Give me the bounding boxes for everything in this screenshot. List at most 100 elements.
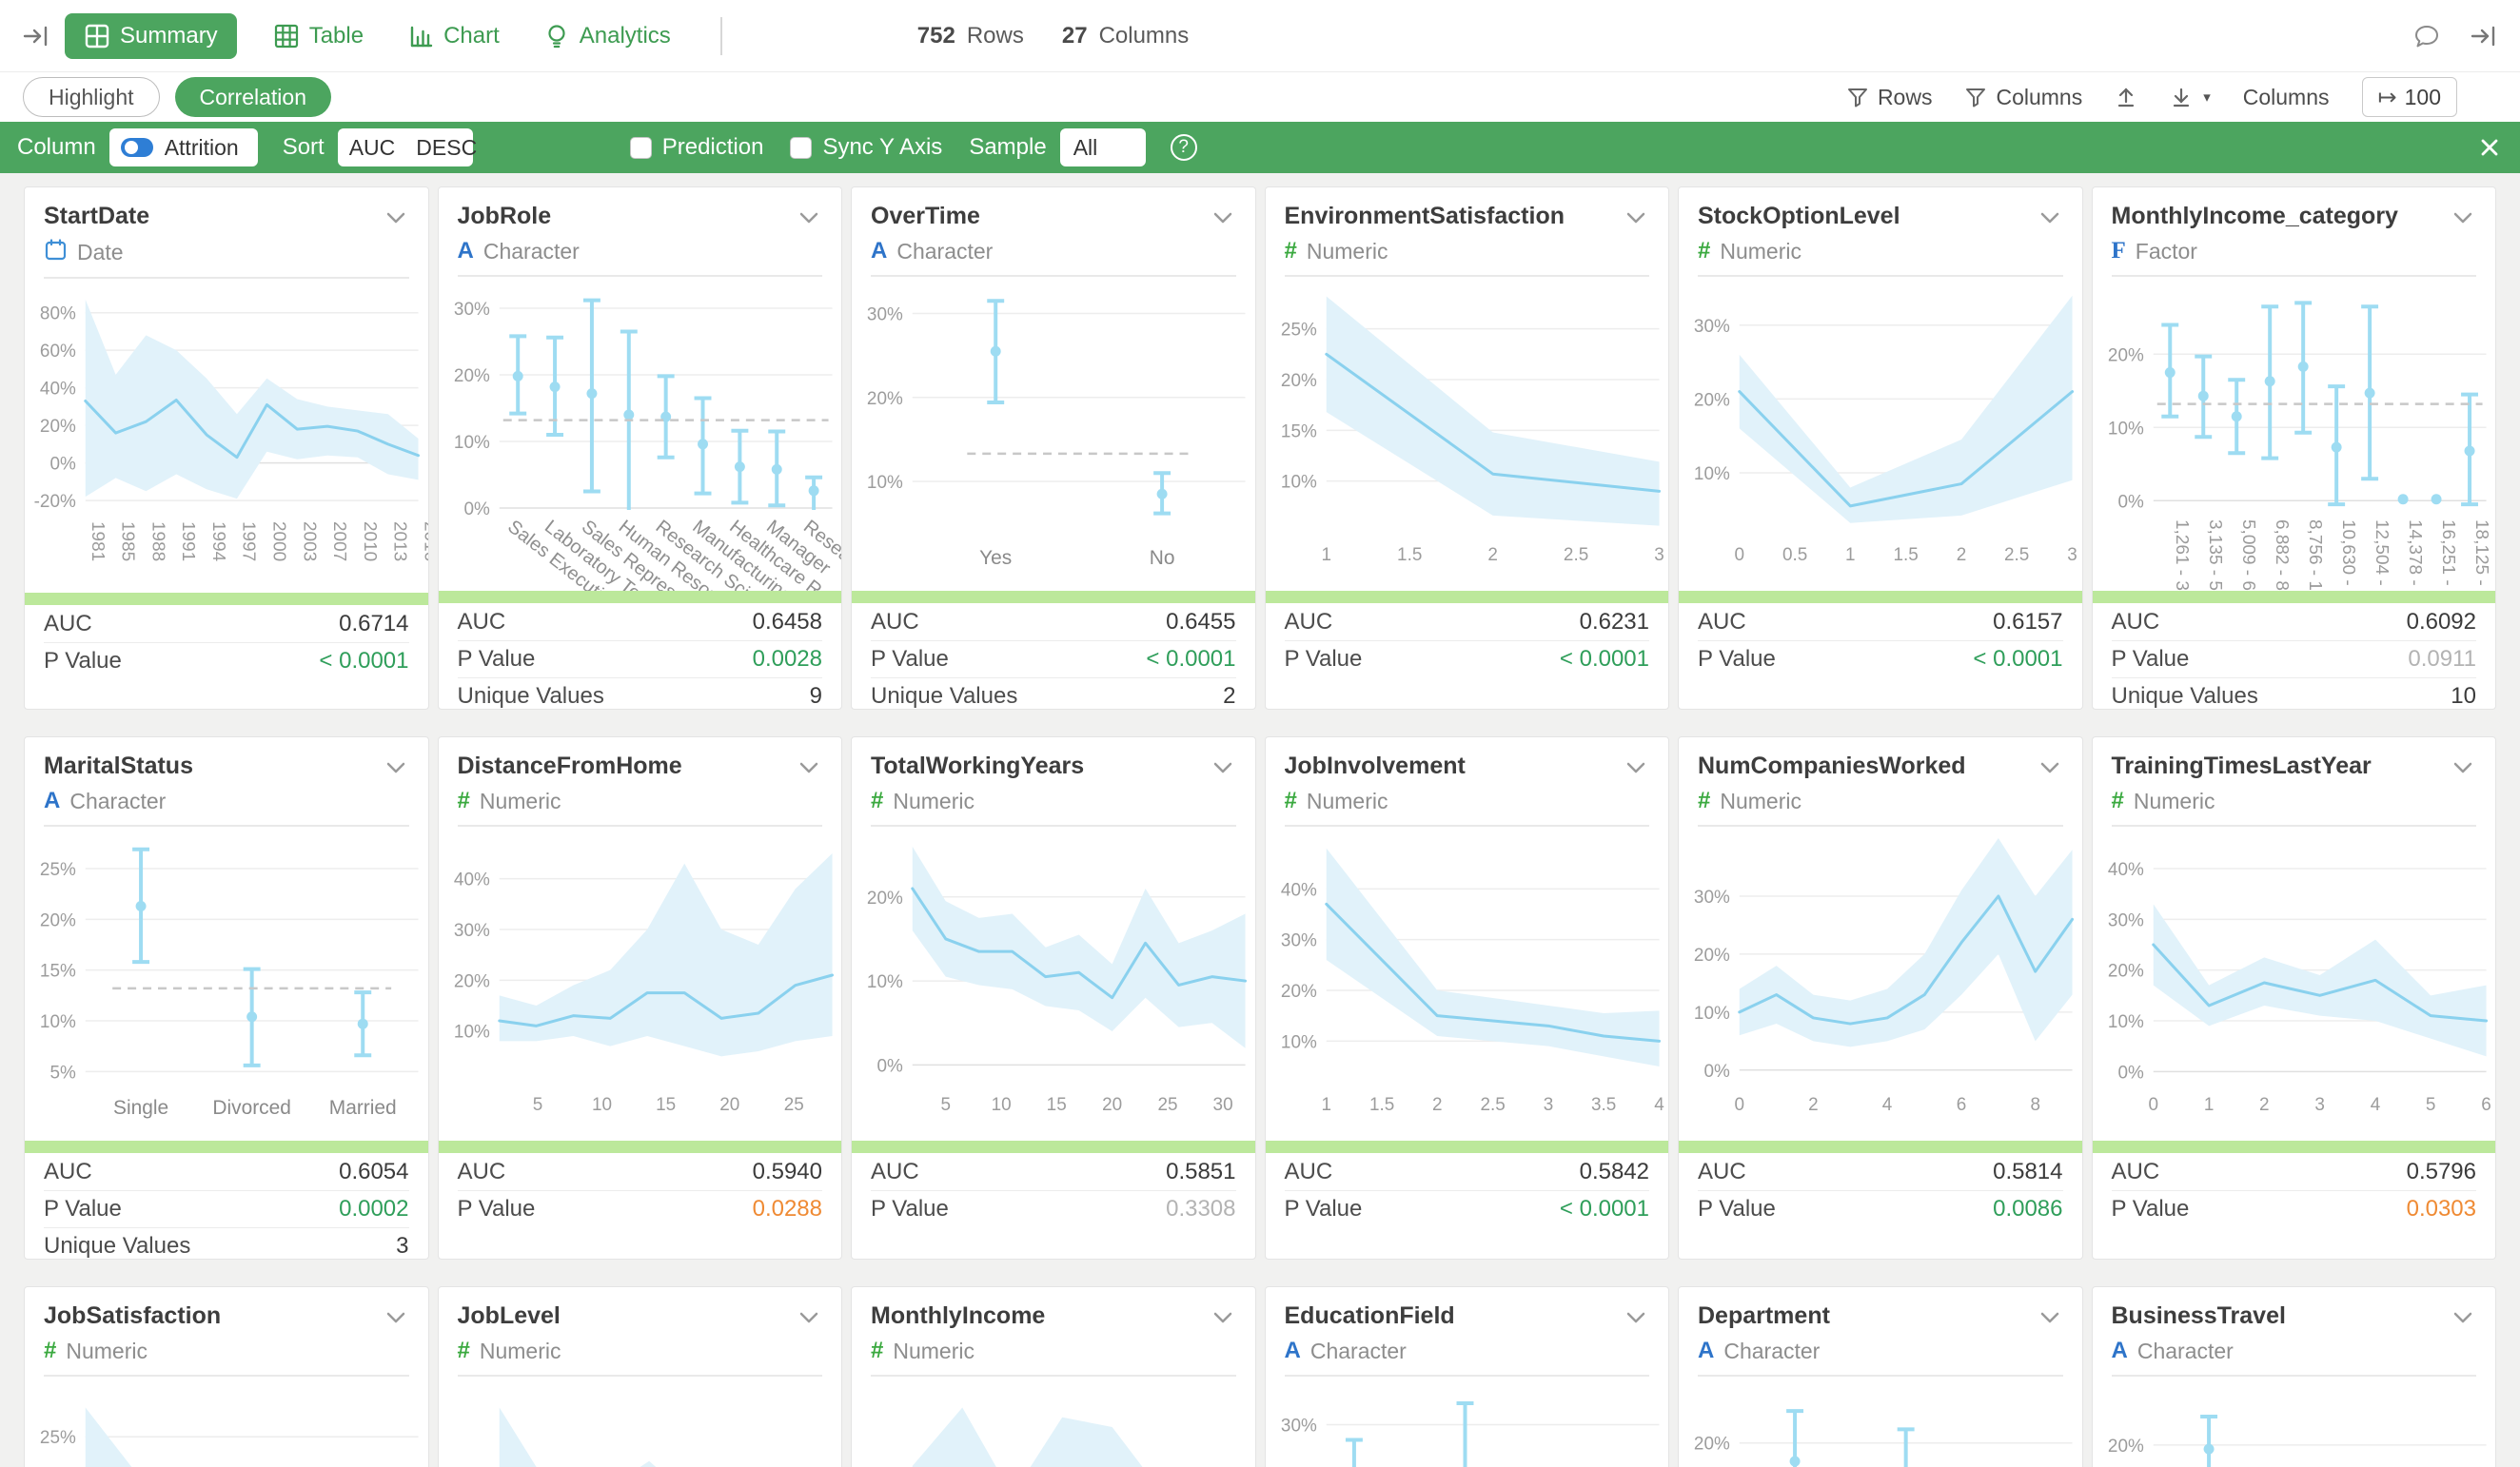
prediction-checkbox[interactable]: Prediction <box>630 134 764 161</box>
column-type: Factor <box>2136 239 2197 264</box>
collapse-right-panel-icon[interactable] <box>2469 21 2499 51</box>
svg-text:8: 8 <box>2030 1095 2040 1115</box>
svg-text:Divorced: Divorced <box>212 1097 291 1119</box>
svg-text:40%: 40% <box>40 380 76 400</box>
column-chart: 20%10%0%1,261 - 3,1343,135 - 5,0085,009 … <box>2093 277 2496 591</box>
stat-label: AUC <box>1285 609 1333 636</box>
numeric-icon: # <box>1285 788 1297 814</box>
numeric-icon: # <box>871 788 883 814</box>
stat-label: AUC <box>458 1159 506 1185</box>
sample-select[interactable]: All <box>1060 128 1146 166</box>
chevron-down-icon[interactable] <box>383 1304 409 1331</box>
tab-summary[interactable]: Summary <box>65 13 237 59</box>
columns-count-label: Columns <box>1099 23 1190 49</box>
chevron-down-icon[interactable] <box>1210 1304 1236 1331</box>
stat-label: P Value <box>1285 1196 1363 1222</box>
svg-text:20%: 20% <box>1280 982 1316 1002</box>
chevron-down-icon[interactable] <box>2037 1304 2063 1331</box>
sample-value: All <box>1073 135 1098 161</box>
stat-label: P Value <box>458 646 536 673</box>
close-icon[interactable] <box>2476 134 2503 161</box>
svg-text:2: 2 <box>1431 1095 1442 1115</box>
chevron-down-icon[interactable] <box>796 754 822 781</box>
filter-columns-button[interactable]: Columns <box>1964 85 2082 110</box>
correlation-button[interactable]: Correlation <box>175 77 332 117</box>
svg-text:10,630 - 12,503: 10,630 - 12,503 <box>2338 519 2358 591</box>
cards-grid: StartDate Date 80%60%40%20%0%-20%1981198… <box>0 173 2520 1467</box>
chevron-down-icon[interactable] <box>2450 205 2476 231</box>
svg-text:1.5: 1.5 <box>1893 545 1918 565</box>
column-title: JobLevel <box>458 1302 561 1330</box>
column-stats: AUC0.6231P Value< 0.0001 <box>1266 603 1669 677</box>
svg-text:20: 20 <box>1102 1095 1122 1115</box>
svg-text:5: 5 <box>2425 1095 2435 1115</box>
stat-value: 9 <box>810 683 822 710</box>
column-type: Character <box>1310 1339 1407 1364</box>
filter-rows-button[interactable]: Rows <box>1846 85 1933 110</box>
stat-label: P Value <box>1698 1196 1776 1222</box>
highlight-button[interactable]: Highlight <box>23 77 160 117</box>
chevron-down-icon[interactable] <box>796 1304 822 1331</box>
significance-bar <box>2093 591 2496 603</box>
column-chart: 25%20%15%10%5%SingleDivorcedMarried <box>25 827 428 1141</box>
stat-label: AUC <box>44 611 92 637</box>
app-window: Summary Table Chart Analytics 752 Rows 2… <box>0 0 2520 1467</box>
stat-value: 10 <box>2451 683 2476 710</box>
tab-chart[interactable]: Chart <box>400 13 507 59</box>
chevron-down-icon[interactable] <box>2037 205 2063 231</box>
chevron-down-icon[interactable] <box>1623 1304 1649 1331</box>
column-title: EducationField <box>1285 1302 1455 1330</box>
target-column-select[interactable]: Attrition <box>109 128 258 166</box>
column-card: JobRole A Character 30%20%10%0%Sales Exe… <box>438 186 843 710</box>
help-icon[interactable]: ? <box>1171 134 1197 161</box>
column-card: Department A Character 20%15%10%5% <box>1678 1286 2083 1467</box>
download-button[interactable]: ▾ <box>2170 86 2211 108</box>
column-chart: 20%10%0%51015202530 <box>852 827 1255 1141</box>
significance-bar <box>852 591 1255 603</box>
chevron-down-icon[interactable] <box>1210 754 1236 781</box>
chevron-down-icon[interactable] <box>1623 205 1649 231</box>
stat-row: AUC0.5851 <box>871 1153 1236 1190</box>
chevron-down-icon[interactable] <box>2450 1304 2476 1331</box>
chevron-down-icon[interactable] <box>1210 205 1236 231</box>
chevron-down-icon[interactable] <box>796 205 822 231</box>
chevron-down-icon[interactable] <box>2037 754 2063 781</box>
chevron-down-icon[interactable] <box>383 205 409 231</box>
numeric-icon: # <box>44 1338 56 1364</box>
sort-select[interactable]: AUC DESC <box>338 128 473 166</box>
svg-text:2: 2 <box>1808 1095 1819 1115</box>
svg-text:20%: 20% <box>40 910 76 930</box>
chevron-down-icon[interactable] <box>2450 754 2476 781</box>
tab-table[interactable]: Table <box>266 13 371 59</box>
comment-icon[interactable] <box>2412 21 2442 51</box>
svg-text:12,504 - 14,377: 12,504 - 14,377 <box>2372 519 2392 591</box>
column-type: Numeric <box>1307 789 1388 814</box>
stat-label: AUC <box>458 609 506 636</box>
svg-text:1985: 1985 <box>118 521 138 561</box>
column-chart: 80%60%40%20%0%-20%1981198519881991199419… <box>25 279 428 593</box>
stat-value: 0.5814 <box>1993 1159 2062 1185</box>
stat-row: AUC0.5814 <box>1698 1153 2063 1190</box>
sort-direction[interactable]: DESC <box>406 135 486 161</box>
column-stats: AUC0.6157P Value< 0.0001 <box>1679 603 2082 677</box>
target-column-value: Attrition <box>165 135 239 161</box>
collapse-left-panel-icon[interactable] <box>21 21 51 51</box>
columns-limit-button[interactable]: ↦ 100 <box>2362 77 2457 117</box>
column-type: Date <box>77 240 124 265</box>
upload-button[interactable] <box>2115 86 2137 108</box>
significance-bar <box>1266 591 1669 603</box>
stat-value: < 0.0001 <box>319 648 408 675</box>
column-type: Numeric <box>1307 239 1388 264</box>
chevron-down-icon[interactable] <box>1623 754 1649 781</box>
sync-y-axis-checkbox[interactable]: Sync Y Axis <box>790 134 942 161</box>
svg-text:6: 6 <box>2481 1095 2491 1115</box>
chevron-down-icon[interactable] <box>383 754 409 781</box>
svg-text:1: 1 <box>2203 1095 2214 1115</box>
tab-analytics[interactable]: Analytics <box>536 13 679 59</box>
sync-y-axis-label: Sync Y Axis <box>822 134 942 161</box>
svg-text:30%: 30% <box>453 300 489 320</box>
significance-bar <box>2093 1141 2496 1153</box>
card-header: MaritalStatus A Character <box>25 737 428 827</box>
character-icon: A <box>871 238 887 264</box>
column-type: Character <box>483 239 580 264</box>
